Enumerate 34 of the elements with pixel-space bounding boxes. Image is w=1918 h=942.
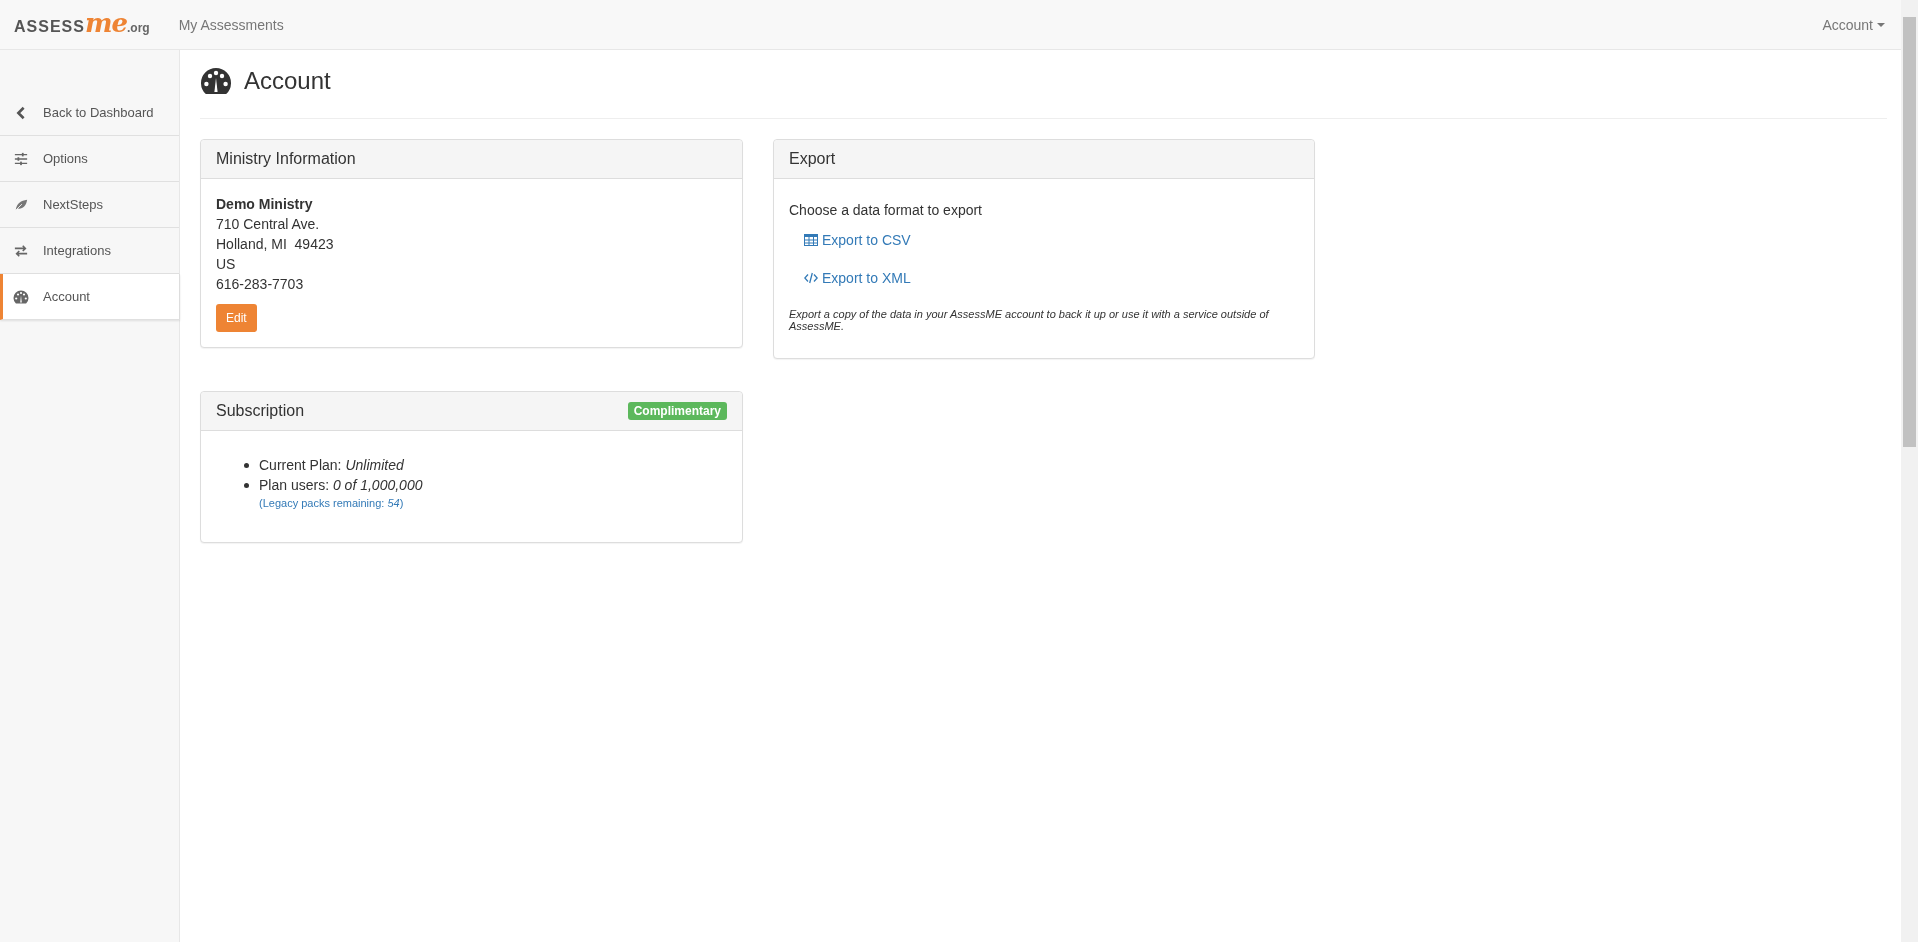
plan-detail: Plan users: 0 of 1,000,000 bbox=[259, 476, 423, 495]
account-menu[interactable]: Account bbox=[1822, 16, 1885, 33]
legacy-note: (Legacy packs remaining: 54) bbox=[259, 497, 404, 509]
export-link[interactable]: Export to XML bbox=[804, 270, 911, 286]
address-line: 710 Central Ave. bbox=[216, 215, 321, 234]
panel-title: Subscription bbox=[216, 402, 305, 420]
sidebar-item[interactable]: Options bbox=[0, 136, 179, 182]
bullet-icon bbox=[244, 482, 249, 488]
logo[interactable]: ASSESSme.org bbox=[14, 13, 150, 36]
plan-badge: Complimentary bbox=[627, 402, 727, 420]
address-line: Holland, MI 49423 bbox=[216, 235, 335, 254]
address-line: US bbox=[216, 255, 237, 274]
ministry-name: Demo Ministry bbox=[216, 195, 314, 214]
panel-title: Ministry Information bbox=[216, 150, 356, 168]
panel-title: Export bbox=[789, 150, 836, 168]
export-help-text: Export a copy of the data in your AssessME account to back it up or use it with a service outside of AssessME. bbox=[789, 308, 1271, 332]
scrollbar[interactable] bbox=[1901, 0, 1918, 942]
table-icon bbox=[804, 234, 818, 246]
exchange-arrows-icon bbox=[13, 243, 29, 258]
address-line: 616-283-7703 bbox=[216, 275, 305, 294]
sidebar-item[interactable]: Back to Dashboard bbox=[0, 90, 179, 136]
sidebar-item[interactable]: NextSteps bbox=[0, 182, 179, 228]
export-intro: Choose a data format to export bbox=[789, 201, 983, 220]
dashboard-icon bbox=[200, 68, 232, 94]
code-icon bbox=[804, 272, 818, 284]
sliders-icon bbox=[13, 151, 29, 166]
plan-detail: Current Plan: Unlimited bbox=[259, 456, 404, 475]
sidebar-item[interactable]: Account bbox=[0, 274, 180, 320]
export-link[interactable]: Export to CSV bbox=[804, 232, 911, 248]
nav-link[interactable]: My Assessments bbox=[178, 16, 284, 33]
page-title: Account bbox=[244, 67, 331, 95]
dashboard-icon bbox=[13, 289, 29, 304]
bullet-icon bbox=[244, 462, 249, 468]
leaf-icon bbox=[13, 197, 29, 212]
